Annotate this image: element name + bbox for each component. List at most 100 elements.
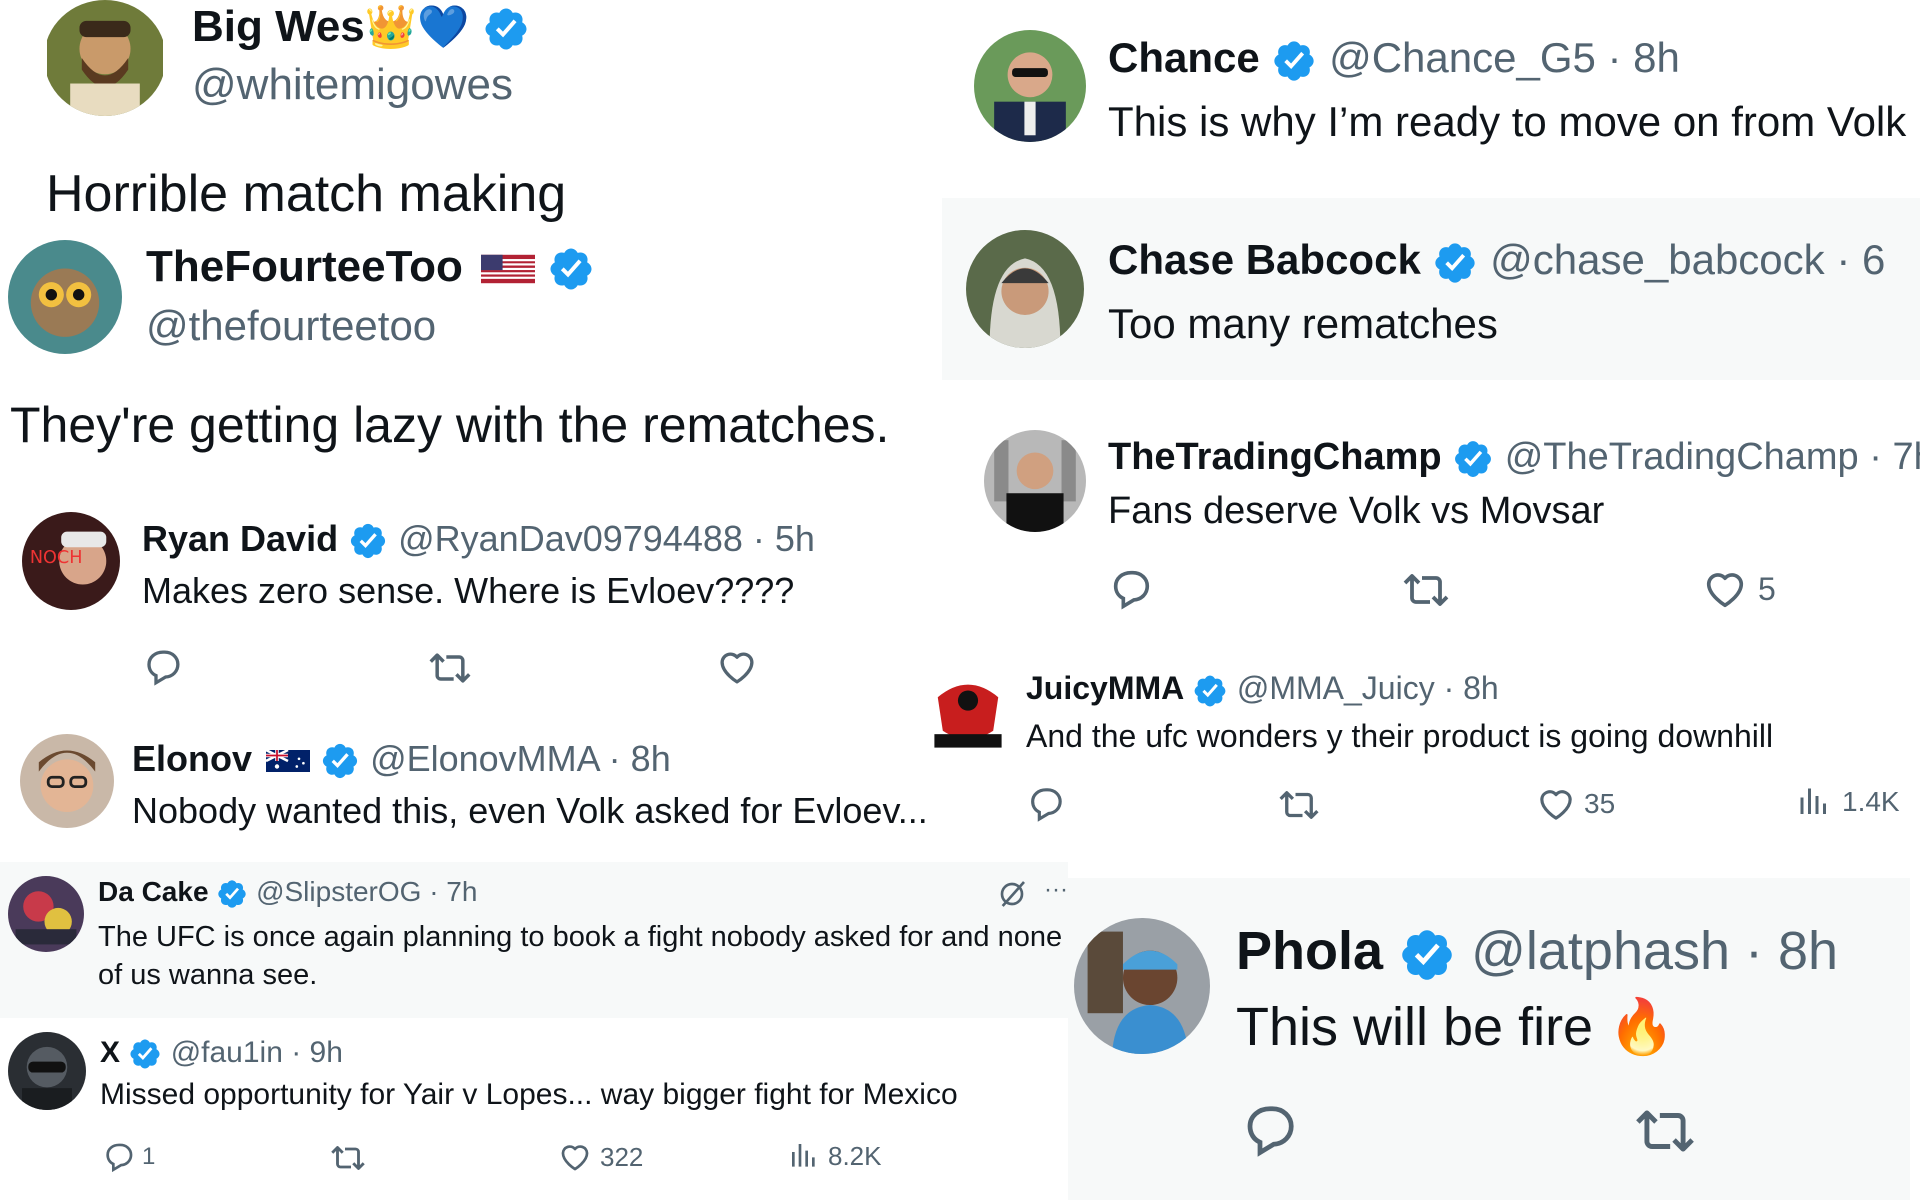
author-handle[interactable]: @latphash · 8h <box>1471 921 1838 981</box>
tweet-text: They're getting lazy with the rematches. <box>10 397 890 453</box>
author-name[interactable]: TheFourteeToo <box>146 242 595 293</box>
tweet-text: And the ufc wonders y their product is g… <box>1026 718 1774 754</box>
grok-button[interactable] <box>996 878 1028 910</box>
reply-icon <box>1026 784 1066 824</box>
retweet-button[interactable] <box>1634 1100 1696 1162</box>
tweet-tradingchamp[interactable]: TheTradingChamp @TheTradingChamp · 7h Fa… <box>960 420 1920 630</box>
tweet-chance[interactable]: Chance @Chance_G5 · 8h This is why I’m r… <box>960 0 1920 180</box>
author-name[interactable]: Chase Babcock @chase_babcock · 6 <box>1108 236 1885 286</box>
avatar-image-icon <box>984 430 1086 532</box>
avatar-phola[interactable] <box>1074 918 1210 1054</box>
retweet-icon <box>1634 1100 1696 1162</box>
like-icon <box>716 646 758 688</box>
svg-text:NOCH: NOCH <box>30 548 83 568</box>
tweet-x[interactable]: X @fau1in · 9h Missed opportunity for Ya… <box>0 1026 960 1200</box>
verified-badge-icon <box>1192 673 1228 709</box>
tweet-text: Too many rematches <box>1108 300 1498 347</box>
like-button[interactable] <box>716 646 758 688</box>
author-handle[interactable]: @MMA_Juicy · 8h <box>1237 670 1499 706</box>
author-handle[interactable]: @whitemigowes <box>192 60 513 110</box>
avatar-ryandavid[interactable]: NOCH <box>22 512 120 610</box>
avatar-fourteetoo[interactable] <box>8 240 122 354</box>
retweet-button[interactable] <box>1402 566 1450 614</box>
reply-button[interactable] <box>142 646 184 688</box>
views-count: 1.4K <box>1842 786 1900 817</box>
avatar-chasebabcock[interactable] <box>966 230 1084 348</box>
views-button[interactable]: 8.2K <box>788 1140 882 1172</box>
tweet-text: The UFC is once again planning to book a… <box>98 921 1063 991</box>
retweet-icon <box>428 646 472 690</box>
avatar-tradingchamp[interactable] <box>984 430 1086 532</box>
author-name[interactable]: X @fau1in · 9h <box>100 1036 343 1071</box>
avatar-image-icon <box>8 240 122 354</box>
author-name[interactable]: JuicyMMA @MMA_Juicy · 8h <box>1026 670 1499 709</box>
retweet-button[interactable] <box>330 1140 366 1176</box>
like-count: 35 <box>1584 788 1616 819</box>
avatar-dacake[interactable] <box>8 876 84 952</box>
author-handle[interactable]: @TheTradingChamp · 7h <box>1505 436 1920 478</box>
reply-button[interactable] <box>1108 566 1154 612</box>
avatar-juicymma[interactable] <box>926 672 1010 756</box>
us-flag-icon <box>481 255 536 284</box>
avatar-chance[interactable] <box>974 30 1086 142</box>
verified-badge-icon <box>128 1037 162 1071</box>
like-icon <box>1702 566 1748 612</box>
like-button[interactable]: 322 <box>558 1140 643 1174</box>
author-name[interactable]: Phola @latphash · 8h <box>1236 920 1838 984</box>
avatar-x[interactable] <box>8 1032 86 1110</box>
views-icon <box>788 1140 820 1172</box>
author-handle[interactable]: @thefourteetoo <box>146 302 436 350</box>
tweet-text: This is why I’m ready to move on from Vo… <box>1108 98 1907 145</box>
verified-badge-icon <box>216 878 248 910</box>
tweet-juicymma[interactable]: JuicyMMA @MMA_Juicy · 8h And the ufc won… <box>920 660 1920 830</box>
author-name[interactable]: Ryan David @RyanDav09794488 · 5h <box>142 518 815 561</box>
views-button[interactable]: 1.4K <box>1796 784 1900 820</box>
avatar-bigwes[interactable] <box>44 0 166 116</box>
retweet-icon <box>1278 784 1320 826</box>
tweet-phola[interactable]: Phola @latphash · 8h This will be fire 🔥 <box>1068 878 1910 1200</box>
more-button[interactable]: ··· <box>1044 876 1068 904</box>
reply-button[interactable] <box>1240 1100 1300 1160</box>
avatar-image-icon <box>20 734 114 828</box>
author-handle[interactable]: @fau1in · 9h <box>171 1036 343 1069</box>
reply-icon <box>1240 1100 1300 1160</box>
reply-count: 1 <box>142 1143 156 1170</box>
avatar-elonov[interactable] <box>20 734 114 828</box>
tweet-ryandavid[interactable]: NOCH Ryan David @RyanDav09794488 · 5h Ma… <box>0 500 940 700</box>
author-handle[interactable]: @SlipsterOG · 7h <box>256 876 477 907</box>
like-count: 5 <box>1758 570 1776 607</box>
like-button[interactable]: 35 <box>1536 784 1615 824</box>
author-name[interactable]: Chance @Chance_G5 · 8h <box>1108 34 1680 84</box>
tweet-chasebabcock[interactable]: Chase Babcock @chase_babcock · 6 Too man… <box>942 198 1920 380</box>
avatar-image-icon <box>1074 918 1210 1054</box>
tweet-elonov[interactable]: Elonov @ElonovMMA · 8h Nobody wanted thi… <box>0 724 1000 854</box>
avatar-image-icon <box>8 1032 86 1110</box>
tweet-dacake[interactable]: Da Cake @SlipsterOG · 7h ··· The UFC is … <box>0 862 1068 1018</box>
author-name[interactable]: TheTradingChamp @TheTradingChamp · 7h <box>1108 436 1920 480</box>
verified-badge-icon <box>1271 38 1317 84</box>
grok-icon <box>996 878 1028 910</box>
author-name[interactable]: Big Wes👑💙 <box>192 2 530 53</box>
retweet-icon <box>1402 566 1450 614</box>
author-handle[interactable]: @Chance_G5 · 8h <box>1329 34 1680 81</box>
retweet-button[interactable] <box>428 646 472 690</box>
tweet-bigwes[interactable]: Big Wes👑💙 @whitemigowes Horrible match m… <box>0 0 760 230</box>
author-handle[interactable]: @chase_babcock · 6 <box>1490 236 1885 283</box>
tweet-text: Makes zero sense. Where is Evloev???? <box>142 570 795 611</box>
author-handle[interactable]: @RyanDav09794488 · 5h <box>398 518 815 559</box>
tweet-fourteetoo[interactable]: TheFourteeToo @thefourteetoo They're get… <box>0 232 940 472</box>
reply-button[interactable] <box>1026 784 1066 824</box>
crown-heart-emoji: 👑💙 <box>364 3 470 50</box>
tweet-text: This will be fire 🔥 <box>1236 997 1676 1057</box>
more-icon: ··· <box>1044 876 1068 903</box>
author-name[interactable]: Da Cake @SlipsterOG · 7h <box>98 876 477 910</box>
avatar-image-icon: NOCH <box>22 512 120 610</box>
like-button[interactable]: 5 <box>1702 566 1776 612</box>
tweet-text: Missed opportunity for Yair v Lopes... w… <box>100 1078 958 1111</box>
author-handle[interactable]: @ElonovMMA · 8h <box>370 738 671 779</box>
reply-button[interactable]: 1 <box>102 1140 155 1174</box>
author-name[interactable]: Elonov @ElonovMMA · 8h <box>132 738 671 781</box>
retweet-button[interactable] <box>1278 784 1320 826</box>
tweet-text: Nobody wanted this, even Volk asked for … <box>132 790 928 831</box>
reply-icon <box>102 1140 136 1174</box>
